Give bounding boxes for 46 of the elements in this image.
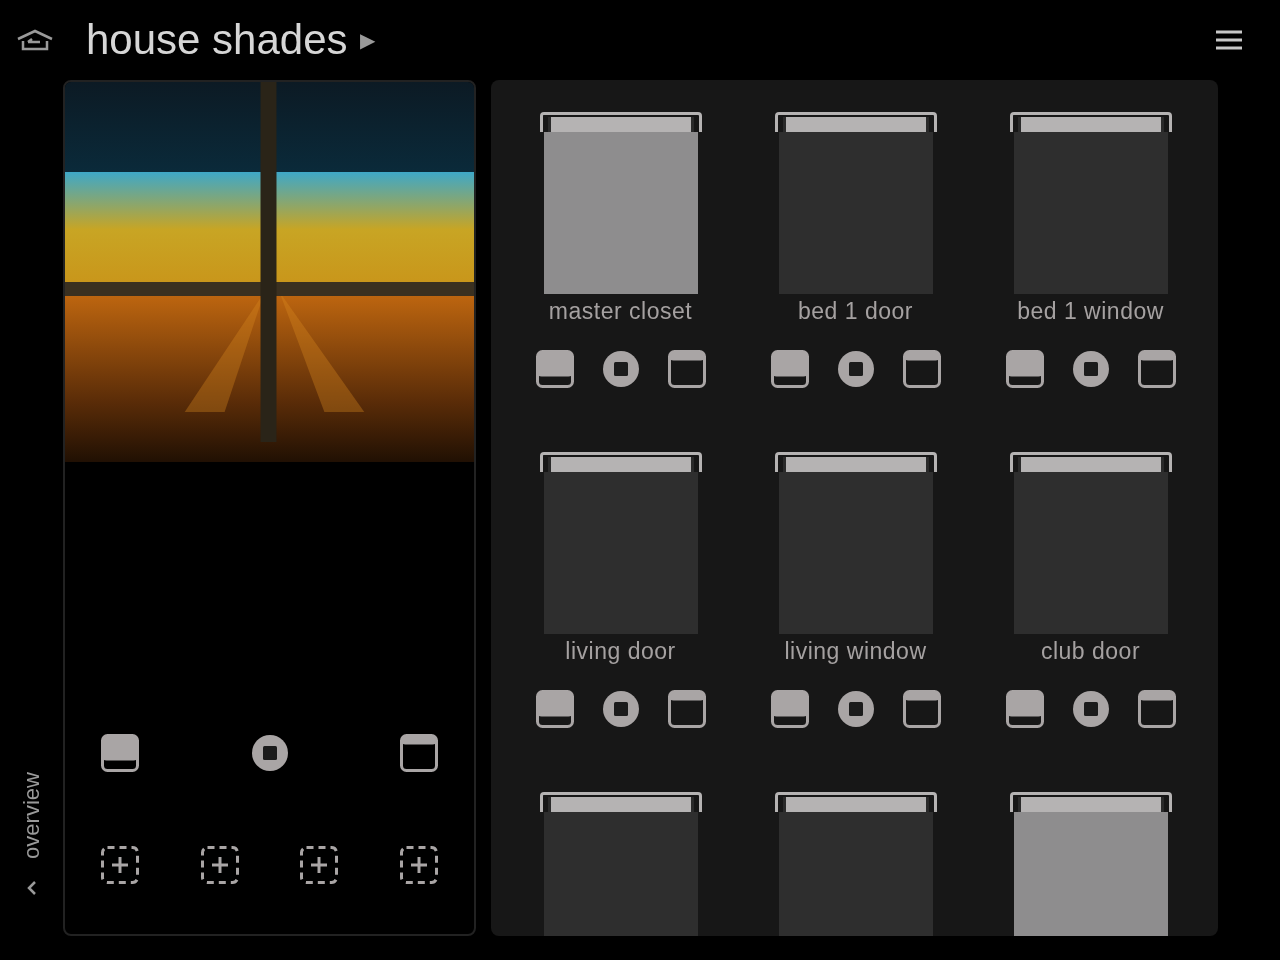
home-icon[interactable] xyxy=(16,29,54,51)
side-tab-label[interactable]: overview xyxy=(15,771,48,859)
stop-icon[interactable] xyxy=(836,350,875,388)
stop-icon[interactable] xyxy=(1071,690,1110,728)
stop-icon[interactable] xyxy=(836,690,875,728)
shade-raise-icon[interactable] xyxy=(902,350,941,388)
shade-window[interactable] xyxy=(774,452,937,634)
shade-name: bed 1 door xyxy=(798,297,913,326)
add-preset-icon[interactable] xyxy=(300,846,339,884)
shade-lower-icon[interactable] xyxy=(101,734,139,772)
shade-name: club door xyxy=(1040,637,1141,666)
shade-window[interactable] xyxy=(1009,452,1172,634)
shade-lower-icon[interactable] xyxy=(770,690,809,728)
shade-window[interactable] xyxy=(539,792,702,936)
shade-window[interactable] xyxy=(539,452,702,634)
stop-icon[interactable] xyxy=(250,734,289,772)
shade-raise-icon[interactable] xyxy=(400,734,438,772)
menu-icon[interactable] xyxy=(1216,29,1242,51)
shade-raise-icon[interactable] xyxy=(1137,350,1176,388)
shade-lower-icon[interactable] xyxy=(1005,690,1044,728)
shade-name: living door xyxy=(565,637,676,666)
shade-raise-icon[interactable] xyxy=(667,690,706,728)
shade-window[interactable] xyxy=(1009,112,1172,294)
shade-window[interactable] xyxy=(774,112,937,294)
stop-icon[interactable] xyxy=(601,350,640,388)
page-title[interactable]: house shades xyxy=(86,19,348,61)
shade-lower-icon[interactable] xyxy=(770,350,809,388)
shade-name: master closet xyxy=(548,297,693,326)
shade-window[interactable] xyxy=(1009,792,1172,936)
shade-window[interactable] xyxy=(539,112,702,294)
stop-icon[interactable] xyxy=(1071,350,1110,388)
shade-raise-icon[interactable] xyxy=(902,690,941,728)
chevron-left-icon[interactable] xyxy=(26,880,37,896)
add-preset-icon[interactable] xyxy=(101,846,139,884)
shade-raise-icon[interactable] xyxy=(667,350,706,388)
add-preset-icon[interactable] xyxy=(399,846,438,884)
shade-lower-icon[interactable] xyxy=(535,350,574,388)
shade-name: living window xyxy=(784,637,927,666)
add-preset-icon[interactable] xyxy=(200,846,239,884)
title-arrow[interactable]: ▶ xyxy=(359,25,375,55)
stop-icon[interactable] xyxy=(601,690,640,728)
shade-name: bed 1 window xyxy=(1017,297,1164,326)
shade-window[interactable] xyxy=(774,792,937,936)
shade-raise-icon[interactable] xyxy=(1137,690,1176,728)
shade-lower-icon[interactable] xyxy=(1005,350,1044,388)
shade-lower-icon[interactable] xyxy=(535,690,574,728)
